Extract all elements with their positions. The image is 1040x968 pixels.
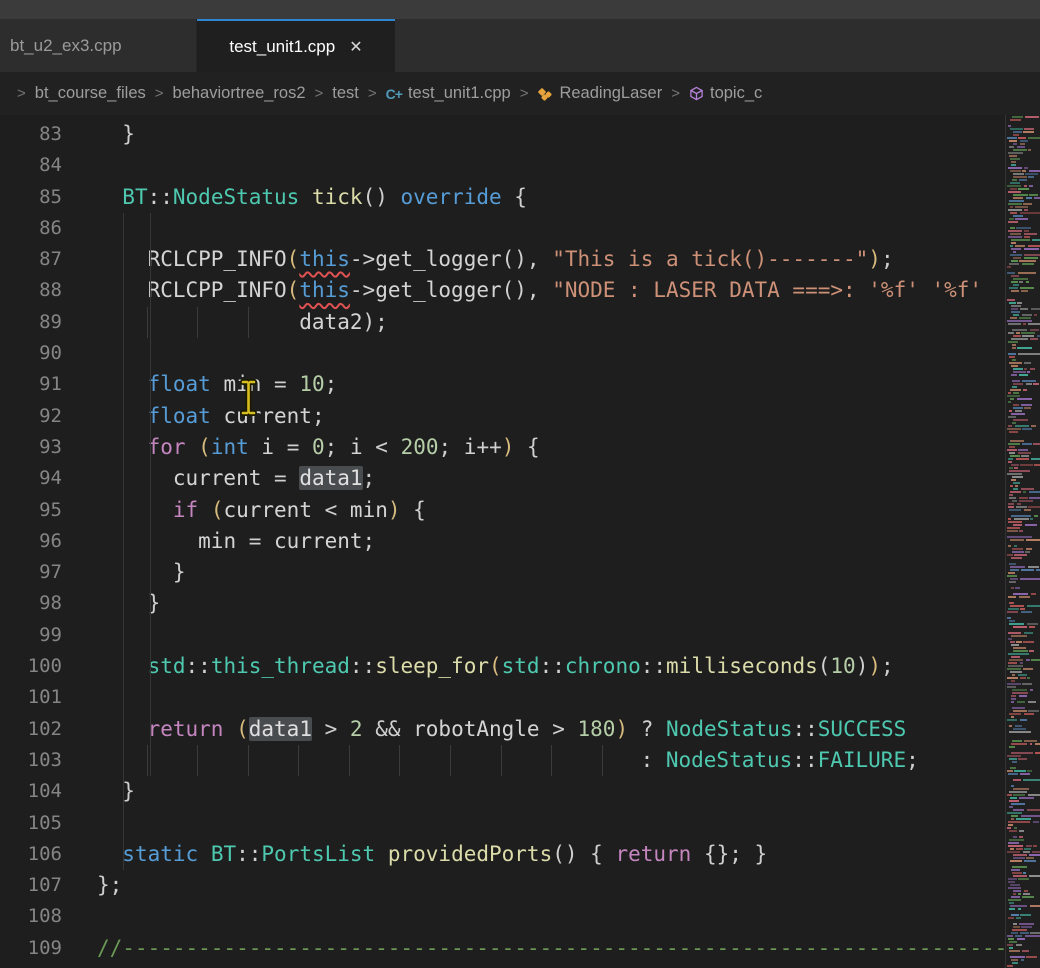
code-text: RCLCPP_INFO(this->get_logger(), "This is… [62, 244, 894, 275]
code-text: }; [62, 870, 122, 901]
code-text: float min = 10; [62, 369, 337, 400]
code-line-83[interactable]: 83 } [0, 119, 1005, 150]
chevron-right-icon: > [155, 85, 164, 102]
code-text: return (data1 > 2 && robotAngle > 180) ?… [62, 714, 906, 745]
minimap[interactable] [1005, 115, 1040, 968]
indent-guide [150, 213, 151, 776]
code-text: //--------------------------------------… [62, 933, 1005, 964]
code-text [62, 620, 97, 651]
line-number: 93 [0, 432, 62, 463]
line-number: 108 [0, 901, 62, 932]
breadcrumb: > bt_course_files > behaviortree_ros2 > test >… [0, 72, 1040, 115]
code-text [62, 901, 97, 932]
line-number: 107 [0, 870, 62, 901]
tab-bar: bt_u2_ex3.cpp test_unit1.cpp ✕ [0, 19, 1040, 72]
line-number: 95 [0, 495, 62, 526]
code-text: float current; [62, 401, 325, 432]
line-number: 102 [0, 714, 62, 745]
line-number: 90 [0, 338, 62, 369]
code-text: if (current < min) { [62, 495, 426, 526]
line-number: 106 [0, 839, 62, 870]
code-line-85[interactable]: 85 BT::NodeStatus tick() override { [0, 182, 1005, 213]
code-text [62, 213, 97, 244]
code-line-106[interactable]: 106 static BT::PortsList providedPorts()… [0, 839, 1005, 870]
line-number: 86 [0, 213, 62, 244]
line-number: 88 [0, 275, 62, 306]
cpp-file-icon: C+ [386, 86, 402, 102]
tab-label: bt_u2_ex3.cpp [10, 36, 122, 56]
code-line-107[interactable]: 107}; [0, 870, 1005, 901]
code-text: } [62, 119, 135, 150]
code-line-109[interactable]: 109//-----------------------------------… [0, 933, 1005, 964]
tab-label: test_unit1.cpp [229, 37, 335, 57]
chevron-right-icon: > [520, 85, 529, 102]
breadcrumb-item-ReadingLaser[interactable]: ReadingLaser [537, 84, 662, 103]
tab-test-unit1[interactable]: test_unit1.cpp ✕ [197, 19, 395, 72]
chevron-right-icon: > [368, 85, 377, 102]
code-text: min = current; [62, 526, 375, 557]
class-icon [537, 86, 553, 102]
code-text: static BT::PortsList providedPorts() { r… [62, 839, 767, 870]
code-text [62, 808, 97, 839]
line-number: 105 [0, 808, 62, 839]
code-text: } [62, 588, 160, 619]
line-number: 94 [0, 463, 62, 494]
line-number: 109 [0, 933, 62, 964]
code-text [62, 338, 97, 369]
chevron-right-icon: > [671, 85, 680, 102]
code-line-108[interactable]: 108 [0, 901, 1005, 932]
line-number: 87 [0, 244, 62, 275]
vscode-window: bt_u2_ex3.cpp test_unit1.cpp ✕ > bt_cours… [0, 0, 1040, 968]
line-number: 100 [0, 651, 62, 682]
line-number: 99 [0, 620, 62, 651]
code-text: current = data1; [62, 463, 375, 494]
line-number: 91 [0, 369, 62, 400]
breadcrumb-item-behaviortree_ros2[interactable]: behaviortree_ros2 [173, 84, 306, 103]
code-text: RCLCPP_INFO(this->get_logger(), "NODE : … [62, 275, 982, 306]
close-icon[interactable]: ✕ [349, 37, 362, 57]
code-text: BT::NodeStatus tick() override { [62, 182, 527, 213]
line-number: 97 [0, 557, 62, 588]
code-text [62, 682, 97, 713]
line-number: 83 [0, 119, 62, 150]
code-line-104[interactable]: 104 } [0, 776, 1005, 807]
code-text [62, 150, 97, 181]
chevron-right-icon: > [17, 85, 26, 102]
tab-bt-u2-ex3[interactable]: bt_u2_ex3.cpp [0, 19, 197, 72]
line-number: 103 [0, 745, 62, 776]
line-number: 89 [0, 307, 62, 338]
breadcrumb-item-bt_course_files[interactable]: bt_course_files [35, 84, 146, 103]
line-number: 98 [0, 588, 62, 619]
code-text: data2); [62, 307, 388, 338]
breadcrumb-item-test_unit1.cpp[interactable]: C+test_unit1.cpp [386, 84, 511, 103]
line-number: 84 [0, 150, 62, 181]
title-strip [0, 0, 1040, 19]
method-icon [689, 86, 704, 101]
chevron-right-icon: > [315, 85, 324, 102]
code-line-84[interactable]: 84 [0, 150, 1005, 181]
code-line-105[interactable]: 105 [0, 808, 1005, 839]
line-number: 101 [0, 682, 62, 713]
line-number: 92 [0, 401, 62, 432]
breadcrumb-item-test[interactable]: test [332, 84, 359, 103]
breadcrumb-item-topic_c[interactable]: topic_c [689, 84, 762, 103]
line-number: 104 [0, 776, 62, 807]
line-number: 85 [0, 182, 62, 213]
line-number: 96 [0, 526, 62, 557]
indent-guide [123, 213, 124, 870]
code-text: : NodeStatus::FAILURE; [62, 745, 919, 776]
code-editor[interactable]: 83 }8485 BT::NodeStatus tick() override … [0, 115, 1005, 968]
code-text: std::this_thread::sleep_for(std::chrono:… [62, 651, 894, 682]
code-text: for (int i = 0; i < 200; i++) { [62, 432, 540, 463]
